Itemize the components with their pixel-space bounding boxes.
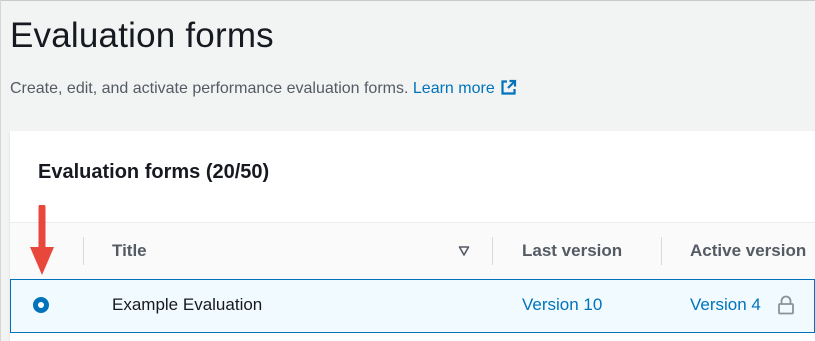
evaluation-forms-panel: Evaluation forms (20/50) Title Last vers… [10,131,815,341]
column-header-title[interactable]: Title [112,241,147,261]
column-separator [661,237,662,265]
learn-more-link[interactable]: Learn more [412,79,517,97]
page-title: Evaluation forms [10,16,274,55]
column-header-last-version[interactable]: Last version [522,241,622,261]
description-text: Create, edit, and activate performance e… [10,80,409,97]
page: Evaluation forms Create, edit, and activ… [0,0,815,341]
learn-more-label: Learn more [412,80,495,97]
external-link-icon [501,79,516,95]
top-border [0,0,815,1]
cell-last-version-link[interactable]: Version 10 [522,295,602,315]
column-separator [83,237,84,265]
page-description: Create, edit, and activate performance e… [10,79,517,98]
table-row[interactable]: Example Evaluation Version 10 Version 4 [10,279,815,333]
cell-title: Example Evaluation [112,295,263,314]
column-separator [492,237,493,265]
row-select-radio[interactable] [33,297,49,313]
red-arrow-annotation [30,205,54,275]
panel-title: Evaluation forms (20/50) [38,161,270,183]
column-header-active-version[interactable]: Active version [690,241,806,261]
table-header: Title Last version Active version [10,222,815,280]
sort-descending-icon[interactable] [458,245,470,257]
left-border [0,0,1,341]
lock-icon [778,295,794,315]
cell-active-version-link[interactable]: Version 4 [690,295,761,315]
